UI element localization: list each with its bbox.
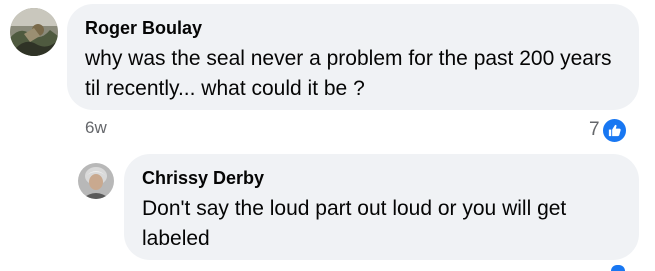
- reaction-summary[interactable]: 7: [589, 116, 628, 144]
- avatar-chrissy-derby[interactable]: [78, 163, 114, 199]
- avatar-image: [78, 163, 114, 199]
- comment-bubble: Roger Boulay why was the seal never a pr…: [67, 4, 639, 110]
- avatar-roger-boulay[interactable]: [10, 8, 58, 56]
- reply-author[interactable]: Chrissy Derby: [142, 166, 264, 190]
- reply-bubble: Chrissy Derby Don't say the loud part ou…: [124, 154, 639, 260]
- avatar-image: [10, 8, 58, 56]
- like-icon: [600, 116, 628, 144]
- reply-text: Don't say the loud part out loud or you …: [142, 197, 567, 250]
- partial-reaction-icon: [611, 265, 625, 271]
- comment-text: why was the seal never a problem for the…: [85, 47, 612, 100]
- comment-author[interactable]: Roger Boulay: [85, 16, 202, 40]
- comment-timestamp[interactable]: 6w: [85, 118, 107, 138]
- reaction-count: 7: [589, 119, 600, 140]
